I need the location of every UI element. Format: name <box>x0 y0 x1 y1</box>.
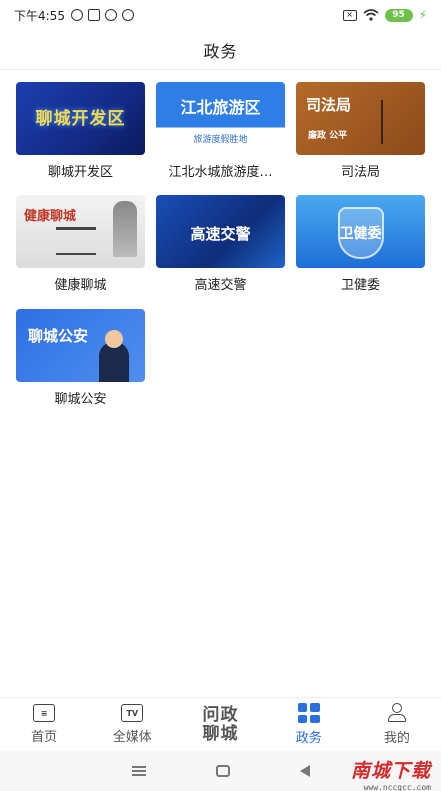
watermark: 南城下载 www.nccgcc.com <box>351 756 431 791</box>
tile-image-text: 健康聊城 <box>24 209 77 224</box>
tile-image-subtext: 旅游度假胜地 <box>193 135 248 145</box>
scales-of-justice-icon <box>381 100 415 144</box>
tile-image-text: 司法局 <box>306 96 352 114</box>
tile-jiankang-liaocheng[interactable]: 健康聊城 健康聊城 <box>16 195 145 293</box>
tile-image-text: 高速交警 <box>190 225 251 243</box>
recent-apps-icon[interactable] <box>131 766 146 776</box>
tile-image: 江北旅游区 旅游度假胜地 <box>156 82 285 155</box>
tile-jiangbei-tourism[interactable]: 江北旅游区 旅游度假胜地 江北水城旅游度… <box>156 82 285 180</box>
nav-label: 全媒体 <box>112 730 152 745</box>
tile-image: 聊城公安 <box>16 309 145 382</box>
logo-line-2: 聊城 <box>202 723 239 744</box>
back-icon[interactable] <box>299 765 310 777</box>
nfc-icon <box>121 9 134 21</box>
tile-image-text: 聊城开发区 <box>35 109 126 129</box>
police-officer-figure <box>99 342 129 382</box>
status-bar: 下午4:55 × 95 ⚡ <box>0 0 441 30</box>
page-title: 政务 <box>203 41 238 61</box>
nav-wenzheng-liaocheng[interactable]: 问政 聊城 <box>176 698 264 751</box>
pavilion-icon <box>56 227 96 255</box>
charging-icon: ⚡ <box>418 8 427 22</box>
tile-image-text: 卫健委 <box>339 226 382 242</box>
tile-image-text: 聊城公安 <box>28 327 89 345</box>
location-icon <box>104 9 117 21</box>
tile-image: 司法局 廉政 公平 <box>296 82 425 155</box>
nav-label: 政务 <box>295 731 322 746</box>
tile-sifaju[interactable]: 司法局 廉政 公平 司法局 <box>296 82 425 180</box>
tile-image: 聊城开发区 <box>16 82 145 155</box>
tile-gaosu-jiaojing[interactable]: 高速交警 高速交警 <box>156 195 285 293</box>
home-icon[interactable] <box>215 765 230 777</box>
mountain-icon <box>113 201 137 257</box>
status-icons <box>70 9 134 21</box>
tile-label: 聊城公安 <box>54 392 107 407</box>
sim-off-icon: × <box>342 9 357 21</box>
logo-line-1: 问政 <box>202 704 239 725</box>
tile-image-text: 江北旅游区 <box>180 98 261 117</box>
tile-label: 高速交警 <box>194 278 247 293</box>
tile-image: 卫健委 <box>296 195 425 268</box>
news-icon: ≡ <box>33 704 56 722</box>
tile-weijianwei[interactable]: 卫健委 卫健委 <box>296 195 425 293</box>
nav-profile[interactable]: 我的 <box>353 698 441 751</box>
header: 政务 <box>0 30 441 70</box>
tile-label: 健康聊城 <box>54 278 107 293</box>
watermark-text: 南城下载 <box>350 760 431 782</box>
watermark-url: www.nccgcc.com <box>363 783 431 791</box>
tile-liaocheng-kaifaqu[interactable]: 聊城开发区 聊城开发区 <box>16 82 145 180</box>
tile-liaocheng-gongan[interactable]: 聊城公安 聊城公安 <box>16 309 145 407</box>
tile-image-subtext: 廉政 公平 <box>308 131 348 141</box>
tile-label: 卫健委 <box>340 278 380 293</box>
nav-home[interactable]: ≡ 首页 <box>0 698 88 751</box>
nav-all-media[interactable]: TV 全媒体 <box>88 698 176 751</box>
nav-label: 我的 <box>383 731 410 746</box>
nav-government[interactable]: 政务 <box>265 698 353 751</box>
nav-label: 首页 <box>31 730 58 745</box>
status-time: 下午4:55 <box>14 8 65 23</box>
wenzheng-logo: 问政 聊城 <box>202 704 239 744</box>
grid-icon <box>297 703 320 723</box>
tile-label: 聊城开发区 <box>47 165 113 180</box>
person-icon <box>386 703 408 723</box>
tile-label: 江北水城旅游度… <box>168 165 273 180</box>
tile-image: 健康聊城 <box>16 195 145 268</box>
tile-label: 司法局 <box>340 165 380 180</box>
wifi-icon <box>363 9 379 21</box>
sync-icon <box>87 9 100 21</box>
bottom-nav: ≡ 首页 TV 全媒体 问政 聊城 政务 我的 <box>0 697 441 751</box>
tv-icon: TV <box>121 704 144 722</box>
battery-indicator: 95 <box>384 8 413 22</box>
hotspot-icon <box>70 9 83 21</box>
police-officer-head <box>105 330 123 348</box>
tile-image: 高速交警 <box>156 195 285 268</box>
